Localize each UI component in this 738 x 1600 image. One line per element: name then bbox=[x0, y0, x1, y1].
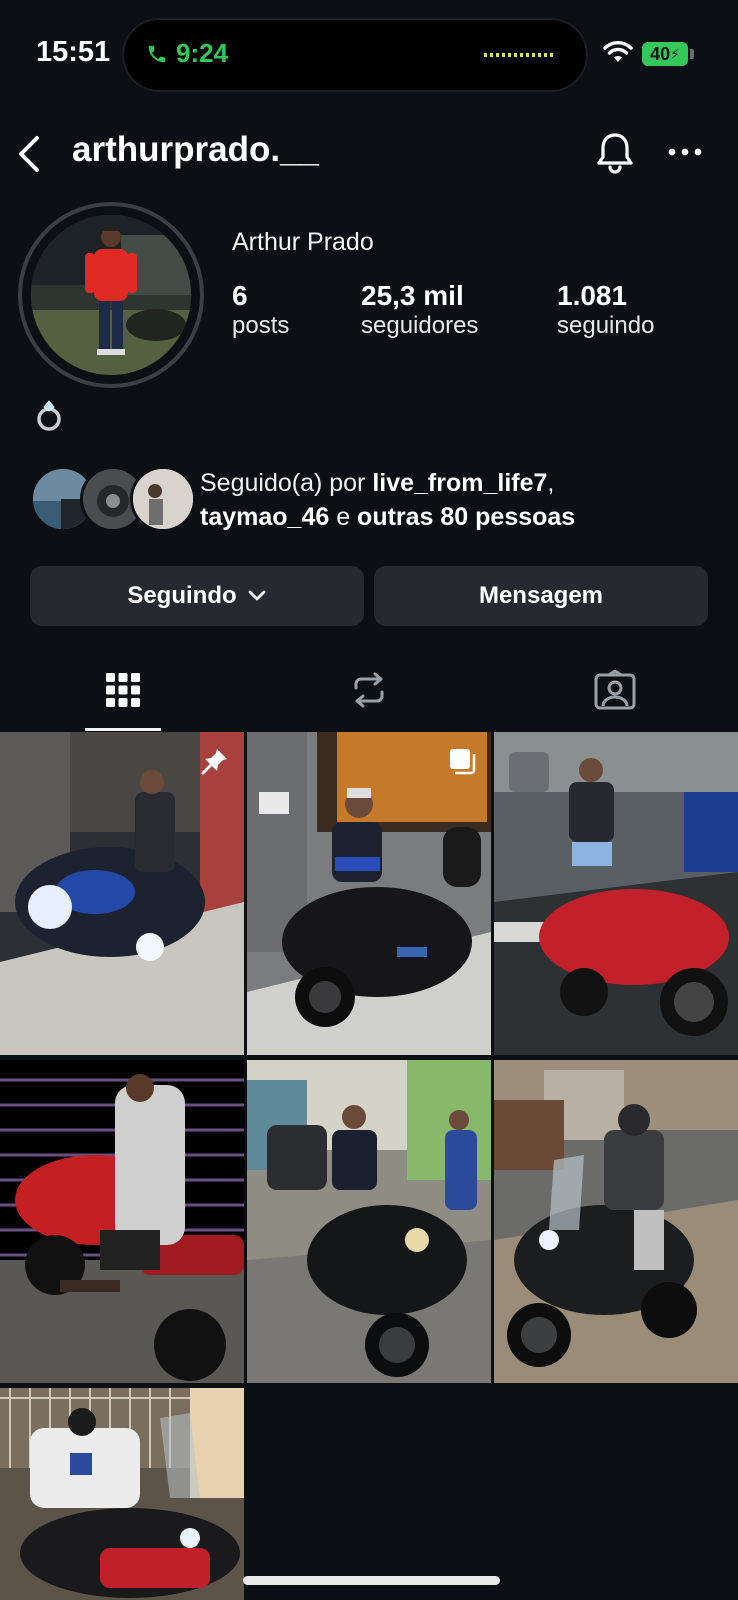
followed-by-prefix: Seguido(a) por bbox=[200, 469, 373, 497]
battery-level: 40 bbox=[650, 43, 671, 64]
tab-posts-grid[interactable] bbox=[0, 650, 246, 730]
stat-following-value: 1.081 bbox=[557, 280, 628, 311]
ring-emoji-icon bbox=[37, 400, 61, 431]
profile-username: arthurprado.__ bbox=[72, 130, 319, 169]
stat-posts-label: posts bbox=[232, 312, 290, 339]
tab-reposts[interactable] bbox=[246, 650, 492, 730]
dynamic-island[interactable]: 9:24 bbox=[124, 20, 586, 90]
post-thumbnail[interactable] bbox=[247, 1060, 491, 1383]
home-indicator[interactable] bbox=[243, 1576, 500, 1585]
mutual-followers-avatars[interactable] bbox=[30, 466, 196, 532]
grid-icon bbox=[106, 673, 140, 707]
audio-wave-icon bbox=[484, 53, 556, 57]
stat-posts-value: 6 bbox=[232, 280, 248, 311]
phone-icon bbox=[148, 45, 166, 62]
bell-icon[interactable] bbox=[594, 131, 636, 175]
tagged-icon bbox=[594, 670, 636, 710]
profile-avatar[interactable] bbox=[18, 202, 204, 388]
avatar-photo bbox=[31, 215, 191, 375]
stat-followers[interactable]: 25,3 mil seguidores bbox=[361, 280, 478, 340]
message-button[interactable]: Mensagem bbox=[374, 566, 708, 626]
back-arrow-icon[interactable] bbox=[16, 134, 42, 174]
call-time: 9:24 bbox=[176, 38, 229, 68]
post-thumbnail[interactable] bbox=[0, 1060, 244, 1383]
battery-icon: 40 ⚡ bbox=[642, 42, 688, 66]
post-thumbnail[interactable] bbox=[494, 1060, 738, 1383]
profile-full-name: Arthur Prado bbox=[232, 228, 374, 256]
mutual-user-1[interactable]: live_from_life7 bbox=[372, 469, 547, 497]
mutual-others[interactable]: outras 80 pessoas bbox=[357, 503, 575, 531]
message-button-label: Mensagem bbox=[478, 582, 604, 609]
tab-tagged[interactable] bbox=[492, 650, 738, 730]
stat-following-label: seguindo bbox=[557, 312, 655, 339]
mutual-avatar bbox=[130, 466, 196, 532]
carousel-icon bbox=[450, 749, 476, 775]
battery-tip bbox=[690, 49, 694, 59]
mutual-user-2[interactable]: taymao_46 bbox=[200, 503, 329, 531]
stat-followers-value: 25,3 mil bbox=[361, 280, 464, 311]
pinned-icon bbox=[201, 749, 227, 775]
post-thumbnail[interactable] bbox=[0, 732, 244, 1055]
chevron-down-icon bbox=[248, 590, 266, 601]
wifi-icon bbox=[603, 41, 633, 62]
call-indicator[interactable]: 9:24 bbox=[146, 38, 228, 69]
active-tab-indicator bbox=[85, 728, 161, 731]
following-button-label: Seguindo bbox=[127, 582, 237, 609]
stat-posts[interactable]: 6 posts bbox=[232, 280, 289, 340]
reels-repost-icon bbox=[354, 672, 384, 708]
more-options-icon[interactable] bbox=[668, 147, 702, 157]
post-thumbnail[interactable] bbox=[0, 1388, 244, 1600]
stat-following[interactable]: 1.081 seguindo bbox=[557, 280, 654, 340]
following-button[interactable]: Seguindo bbox=[30, 566, 364, 626]
status-time: 15:51 bbox=[36, 36, 111, 68]
followed-by-comma: , bbox=[547, 469, 555, 497]
stat-followers-label: seguidores bbox=[361, 312, 479, 339]
post-thumbnail[interactable] bbox=[247, 732, 491, 1055]
post-thumbnail[interactable] bbox=[494, 732, 738, 1055]
followed-by-connector: e bbox=[329, 503, 358, 531]
followed-by-text[interactable]: Seguido(a) por live_from_life7, taymao_4… bbox=[200, 466, 575, 534]
